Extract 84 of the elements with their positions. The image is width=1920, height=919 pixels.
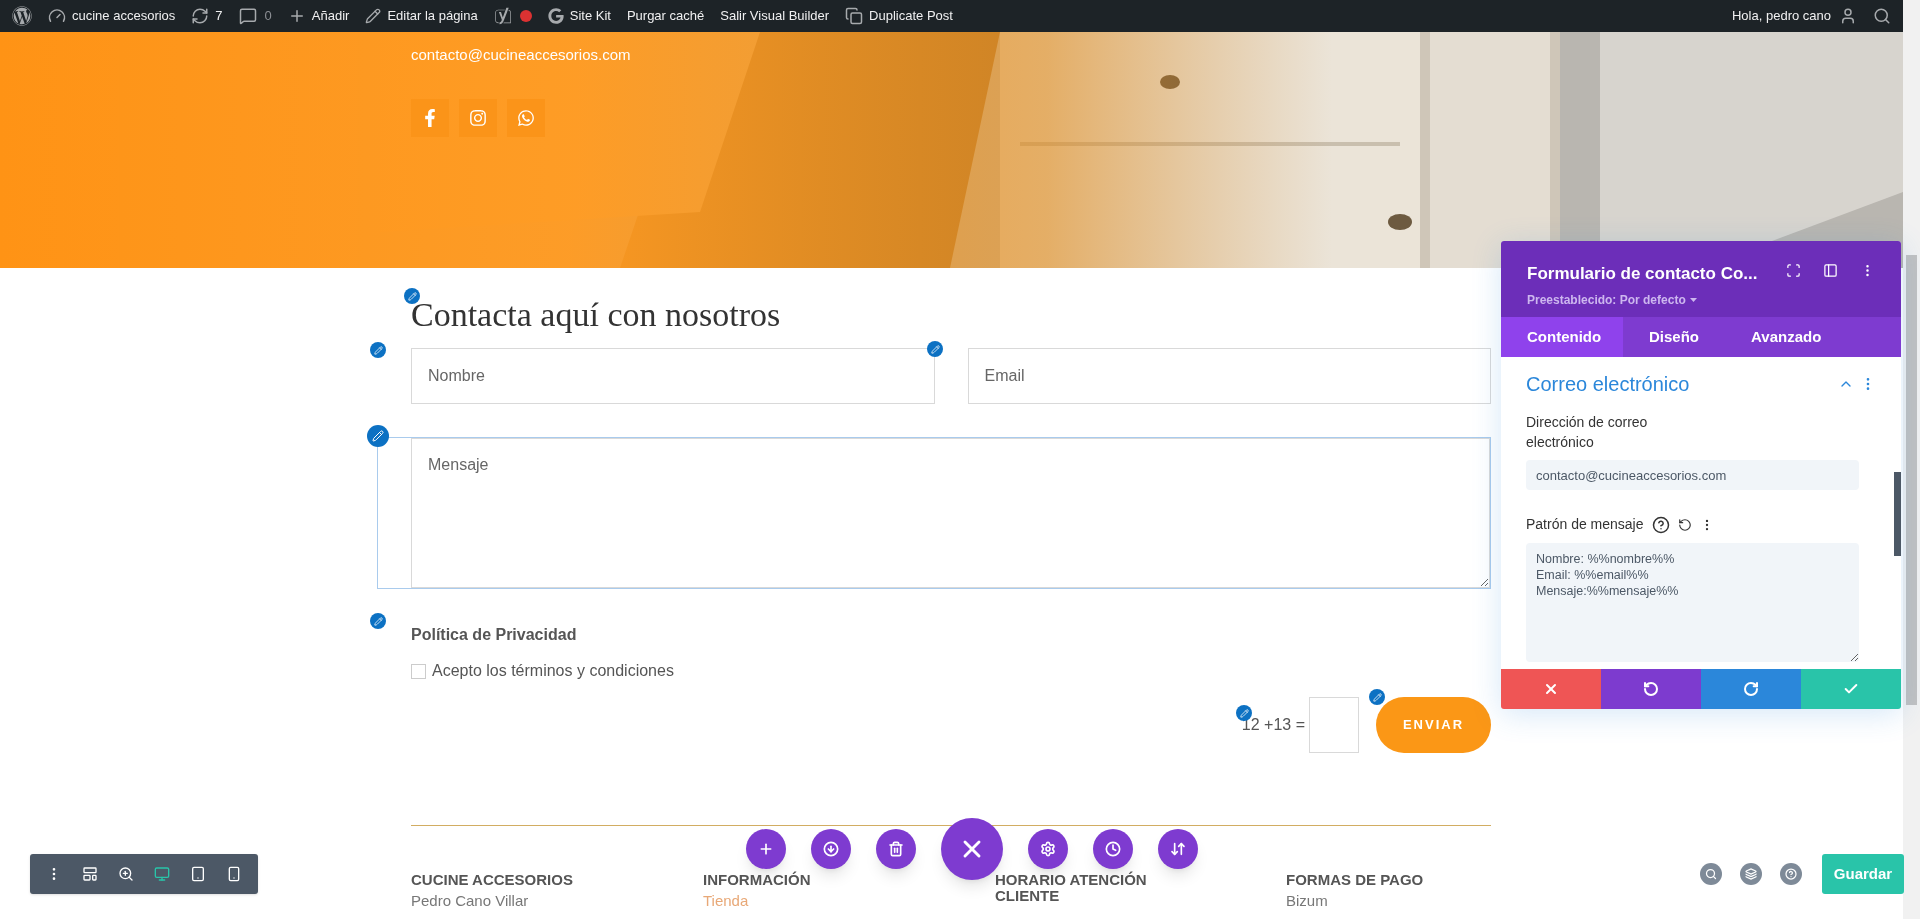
toolbar-link[interactable]: Purgar caché xyxy=(618,6,713,26)
footer-text: Bizum xyxy=(1286,892,1329,910)
edit-link[interactable]: Editar la página xyxy=(357,6,486,26)
layers-icon xyxy=(1745,868,1757,880)
pencil-icon[interactable] xyxy=(1369,689,1385,705)
footer-heading: CUCINE ACCESORIOS xyxy=(411,872,574,888)
email-address-field[interactable]: contacto@cucineaccesorios.com xyxy=(1526,460,1859,490)
panel-tab[interactable]: Contenido xyxy=(1501,317,1623,357)
comments-link[interactable]: 0 xyxy=(230,6,280,26)
zoom-icon xyxy=(118,866,134,882)
pencil-icon[interactable] xyxy=(370,613,386,629)
help-button[interactable] xyxy=(1780,863,1802,885)
pencil-icon[interactable] xyxy=(404,288,420,304)
dashboard-link[interactable]: cucine accesorios xyxy=(40,6,184,26)
desktop-icon xyxy=(154,866,170,882)
sitekit-link[interactable]: Site Kit xyxy=(539,6,619,26)
privacy-title: Política de Privacidad xyxy=(411,625,578,645)
tablet-icon xyxy=(190,866,206,882)
page-action-button[interactable] xyxy=(876,829,916,869)
section-title: Correo electrónico xyxy=(1526,372,1691,397)
pencil-icon[interactable] xyxy=(927,341,943,357)
page-action-button[interactable] xyxy=(1028,829,1068,869)
layers-button[interactable] xyxy=(1740,863,1762,885)
refresh-icon xyxy=(191,7,210,25)
field-label: Patrón de mensaje xyxy=(1526,515,1644,534)
pencil-icon[interactable] xyxy=(370,342,386,358)
whatsapp-icon xyxy=(517,108,535,127)
text-field[interactable]: Nombre xyxy=(411,348,935,404)
footer-heading: FORMAS DE PAGO xyxy=(1286,872,1425,888)
help-icon[interactable] xyxy=(1651,515,1670,534)
gauge-icon xyxy=(48,7,66,25)
captcha-field[interactable] xyxy=(1309,697,1359,753)
add-link[interactable]: Añadir xyxy=(279,6,358,26)
footer-text: Pedro Cano Villar xyxy=(411,892,530,910)
clock-icon xyxy=(1105,841,1121,857)
page-action-button[interactable] xyxy=(1158,829,1198,869)
search-icon xyxy=(1873,7,1891,25)
download-icon xyxy=(823,841,839,857)
reset-icon[interactable] xyxy=(1677,517,1692,532)
checkbox[interactable] xyxy=(411,663,426,679)
page-action-button[interactable] xyxy=(746,829,786,869)
toolbar-link[interactable]: Salir Visual Builder xyxy=(712,6,838,26)
panel-tab[interactable]: Diseño xyxy=(1623,317,1725,357)
comment-icon xyxy=(238,7,257,25)
pencil-icon[interactable] xyxy=(367,425,389,447)
panel-tab[interactable]: Avanzado xyxy=(1725,317,1848,357)
field-label: Dirección de correo electrónico xyxy=(1526,413,1649,452)
preset-dropdown[interactable]: Preestablecido: Por defecto xyxy=(1527,290,1786,309)
sidebar-icon[interactable] xyxy=(1823,263,1838,278)
account-link[interactable]: Hola, pedro cano xyxy=(1724,6,1865,26)
panel-title: Formulario de contacto Co... xyxy=(1527,263,1759,285)
help-icon xyxy=(1785,868,1797,880)
footer-heading: INFORMACIÓN xyxy=(703,872,812,888)
google-icon xyxy=(547,8,564,24)
user-icon xyxy=(1839,7,1857,25)
settings-icon xyxy=(1040,841,1056,857)
checkbox-label: Acepto los términos y condiciones xyxy=(432,661,674,681)
copy-icon xyxy=(845,7,864,25)
x-icon xyxy=(1543,681,1559,697)
text-field[interactable]: Email xyxy=(967,348,1491,404)
phone-icon xyxy=(226,866,242,882)
expand-icon[interactable] xyxy=(1786,263,1801,278)
email-text: contacto@cucineaccesorios.com xyxy=(411,45,632,65)
layout-icon xyxy=(82,866,98,882)
undo-icon xyxy=(1643,681,1659,697)
sort-icon xyxy=(1170,841,1186,857)
duplicate-link[interactable]: Duplicate Post xyxy=(837,6,961,26)
instagram-icon xyxy=(469,108,487,127)
message-field[interactable]: Mensaje xyxy=(411,438,1490,588)
search-button[interactable] xyxy=(1700,863,1722,885)
yoast-logo-icon xyxy=(493,7,512,25)
page-action-button[interactable] xyxy=(811,829,851,869)
pencil-icon xyxy=(365,8,382,24)
footer-heading: HORARIO ATENCIÓN CLIENTE xyxy=(995,872,1148,904)
caret-icon xyxy=(1689,297,1697,302)
plus-icon xyxy=(758,841,774,857)
redo-icon xyxy=(1743,681,1759,697)
trash-icon xyxy=(888,841,904,857)
search-icon xyxy=(1705,868,1717,880)
message-pattern-field[interactable]: Nombre: %%nombre%% Email: %%email%% Mensaje:%%mensaje%% xyxy=(1526,543,1859,662)
section-heading: Contacta aquí con nosotros xyxy=(411,295,782,335)
updates-link[interactable]: 7 xyxy=(183,6,231,26)
undo-button[interactable] xyxy=(1601,669,1701,709)
page-action-button[interactable] xyxy=(1093,829,1133,869)
